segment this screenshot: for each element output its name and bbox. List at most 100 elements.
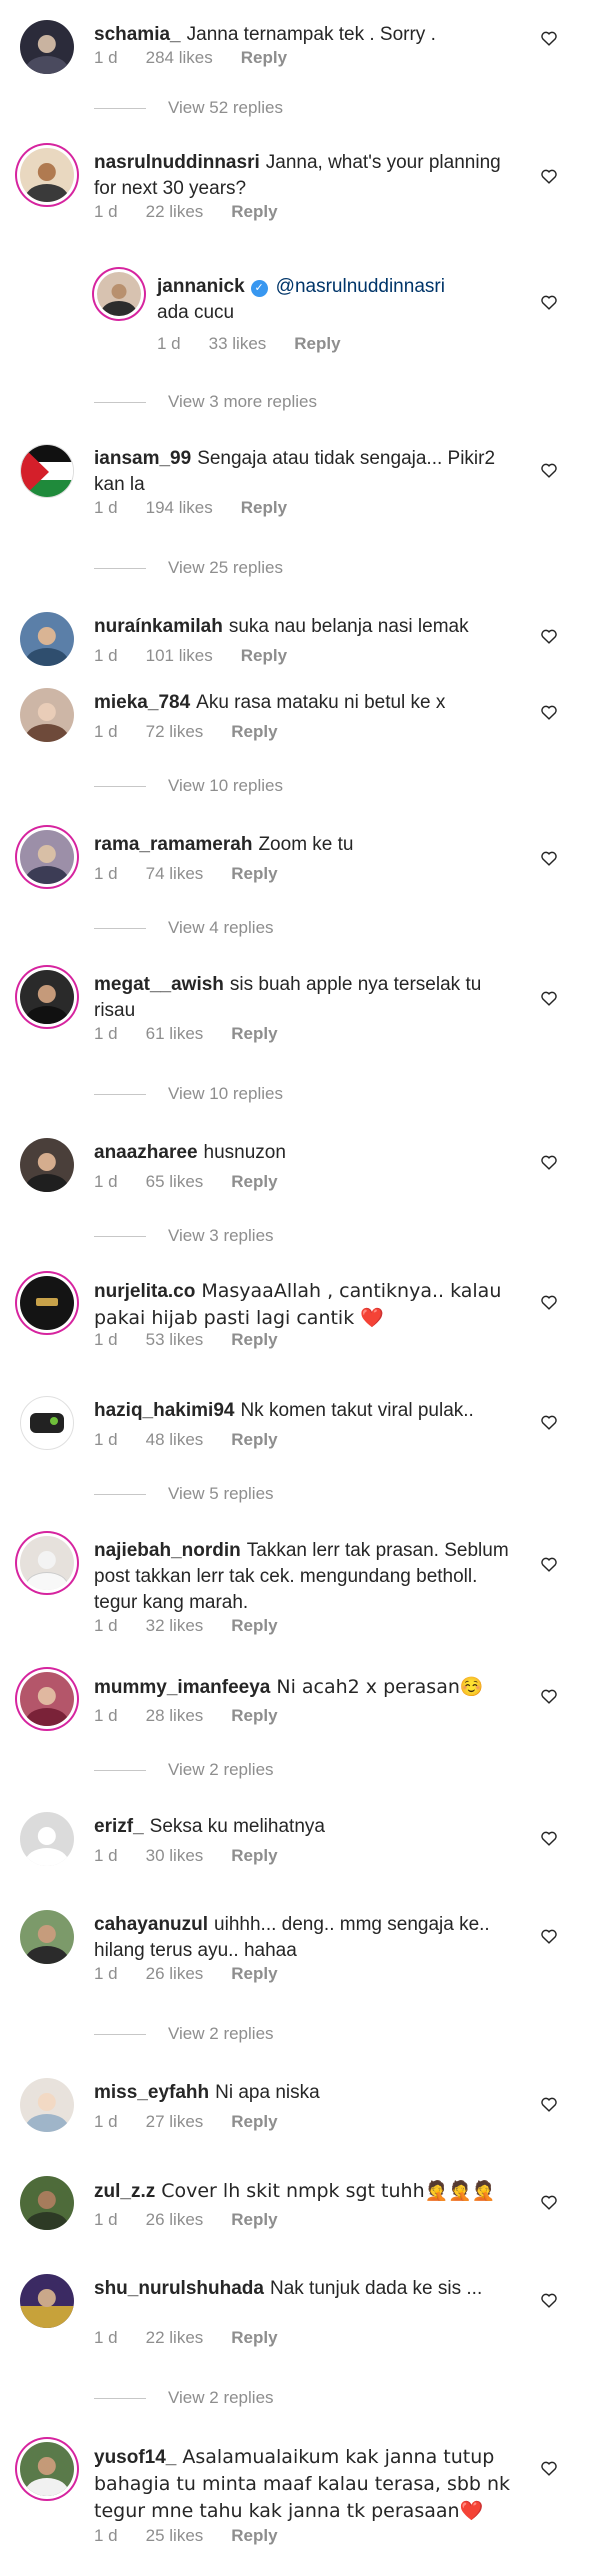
- username[interactable]: erizf_: [94, 1816, 144, 1837]
- like-count[interactable]: 28 likes: [146, 1706, 204, 1726]
- like-count[interactable]: 22 likes: [146, 2328, 204, 2348]
- username[interactable]: miss_eyfahh: [94, 2082, 209, 2103]
- avatar[interactable]: [20, 148, 74, 202]
- username[interactable]: nuraínkamilah: [94, 616, 223, 637]
- avatar[interactable]: [20, 1910, 74, 1964]
- username[interactable]: zul_z.z: [94, 2181, 155, 2202]
- username[interactable]: mummy_imanfeeya: [94, 1677, 270, 1698]
- reply-button[interactable]: Reply: [231, 1964, 277, 1984]
- heart-outline-icon[interactable]: [540, 1688, 558, 1704]
- username[interactable]: schamia_: [94, 24, 181, 45]
- avatar[interactable]: [20, 688, 74, 742]
- username[interactable]: najiebah_nordin: [94, 1540, 241, 1561]
- heart-outline-icon[interactable]: [540, 990, 558, 1006]
- reply-button[interactable]: Reply: [231, 1330, 277, 1350]
- view-replies-button[interactable]: View 2 replies: [94, 2024, 274, 2044]
- heart-outline-icon[interactable]: [540, 1556, 558, 1572]
- heart-outline-icon[interactable]: [540, 704, 558, 720]
- like-count[interactable]: 22 likes: [146, 202, 204, 222]
- view-replies-button[interactable]: View 10 replies: [94, 776, 283, 796]
- view-replies-button[interactable]: View 2 replies: [94, 1760, 274, 1780]
- avatar[interactable]: [20, 1276, 74, 1330]
- view-replies-button[interactable]: View 52 replies: [94, 98, 283, 118]
- mention-link[interactable]: @nasrulnuddinnasri: [276, 276, 445, 297]
- heart-outline-icon[interactable]: [540, 1414, 558, 1430]
- username[interactable]: nasrulnuddinnasri: [94, 152, 260, 173]
- like-count[interactable]: 25 likes: [146, 2526, 204, 2546]
- reply-button[interactable]: Reply: [231, 1616, 277, 1636]
- reply-button[interactable]: Reply: [294, 334, 340, 354]
- reply-button[interactable]: Reply: [241, 48, 287, 68]
- avatar[interactable]: [20, 1138, 74, 1192]
- like-count[interactable]: 74 likes: [146, 864, 204, 884]
- avatar[interactable]: [20, 20, 74, 74]
- reply-button[interactable]: Reply: [231, 1430, 277, 1450]
- reply-button[interactable]: Reply: [241, 646, 287, 666]
- avatar[interactable]: [20, 970, 74, 1024]
- heart-outline-icon[interactable]: [540, 462, 558, 478]
- reply-button[interactable]: Reply: [231, 1706, 277, 1726]
- heart-outline-icon[interactable]: [540, 628, 558, 644]
- reply-button[interactable]: Reply: [231, 722, 277, 742]
- username[interactable]: haziq_hakimi94: [94, 1400, 234, 1421]
- avatar[interactable]: [20, 612, 74, 666]
- avatar[interactable]: [20, 1672, 74, 1726]
- like-count[interactable]: 32 likes: [146, 1616, 204, 1636]
- heart-outline-icon[interactable]: [540, 1928, 558, 1944]
- like-count[interactable]: 284 likes: [146, 48, 213, 68]
- reply-button[interactable]: Reply: [231, 1024, 277, 1044]
- like-count[interactable]: 101 likes: [146, 646, 213, 666]
- reply-button[interactable]: Reply: [231, 202, 277, 222]
- username[interactable]: nurjelita.co: [94, 1281, 195, 1302]
- avatar[interactable]: [20, 830, 74, 884]
- avatar[interactable]: [20, 2078, 74, 2132]
- like-count[interactable]: 53 likes: [146, 1330, 204, 1350]
- username[interactable]: mieka_784: [94, 692, 190, 713]
- reply-button[interactable]: Reply: [231, 1172, 277, 1192]
- like-count[interactable]: 194 likes: [146, 498, 213, 518]
- username[interactable]: megat__awish: [94, 974, 224, 995]
- like-count[interactable]: 65 likes: [146, 1172, 204, 1192]
- view-replies-button[interactable]: View 4 replies: [94, 918, 274, 938]
- avatar[interactable]: [20, 2176, 74, 2230]
- username[interactable]: yusof14_: [94, 2447, 176, 2468]
- view-replies-button[interactable]: View 3 more replies: [94, 392, 317, 412]
- like-count[interactable]: 26 likes: [146, 1964, 204, 1984]
- username[interactable]: shu_nurulshuhada: [94, 2278, 264, 2299]
- heart-outline-icon[interactable]: [540, 2096, 558, 2112]
- like-count[interactable]: 26 likes: [146, 2210, 204, 2230]
- like-count[interactable]: 30 likes: [146, 1846, 204, 1866]
- avatar[interactable]: [97, 272, 141, 316]
- reply-button[interactable]: Reply: [231, 2328, 277, 2348]
- heart-outline-icon[interactable]: [540, 1830, 558, 1846]
- username[interactable]: jannanick: [157, 276, 245, 297]
- view-replies-button[interactable]: View 5 replies: [94, 1484, 274, 1504]
- like-count[interactable]: 72 likes: [146, 722, 204, 742]
- reply-button[interactable]: Reply: [231, 2112, 277, 2132]
- reply-button[interactable]: Reply: [241, 498, 287, 518]
- reply-button[interactable]: Reply: [231, 2526, 277, 2546]
- username[interactable]: cahayanuzul: [94, 1914, 208, 1935]
- username[interactable]: iansam_99: [94, 448, 191, 469]
- like-count[interactable]: 61 likes: [146, 1024, 204, 1044]
- avatar[interactable]: [20, 2442, 74, 2496]
- view-replies-button[interactable]: View 2 replies: [94, 2388, 274, 2408]
- heart-outline-icon[interactable]: [540, 1154, 558, 1170]
- avatar[interactable]: [20, 1396, 74, 1450]
- reply-button[interactable]: Reply: [231, 1846, 277, 1866]
- heart-outline-icon[interactable]: [540, 2460, 558, 2476]
- avatar[interactable]: [20, 1812, 74, 1866]
- heart-outline-icon[interactable]: [540, 1294, 558, 1310]
- username[interactable]: rama_ramamerah: [94, 834, 252, 855]
- avatar[interactable]: [20, 1536, 74, 1590]
- like-count[interactable]: 27 likes: [146, 2112, 204, 2132]
- like-count[interactable]: 33 likes: [209, 334, 267, 354]
- heart-outline-icon[interactable]: [540, 168, 558, 184]
- view-replies-button[interactable]: View 3 replies: [94, 1226, 274, 1246]
- avatar[interactable]: [20, 444, 74, 498]
- avatar[interactable]: [20, 2274, 74, 2328]
- username[interactable]: anaazharee: [94, 1142, 198, 1163]
- heart-outline-icon[interactable]: [540, 2292, 558, 2308]
- heart-outline-icon[interactable]: [540, 850, 558, 866]
- like-count[interactable]: 48 likes: [146, 1430, 204, 1450]
